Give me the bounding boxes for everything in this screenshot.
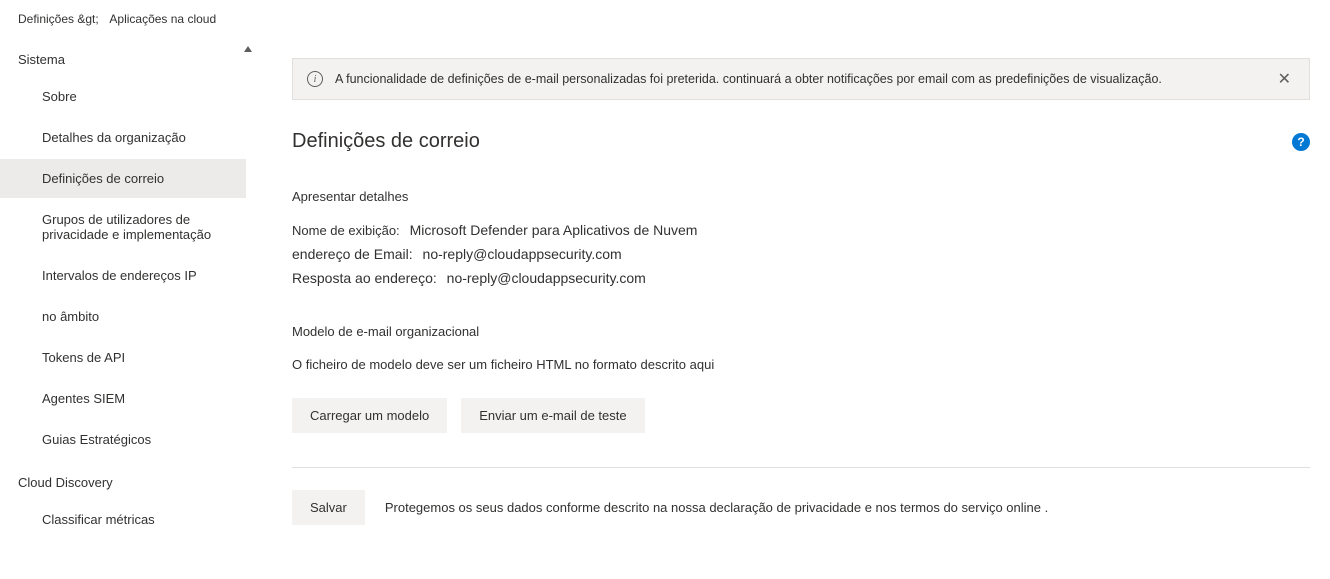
sidebar-item-detalhes-organizacao[interactable]: Detalhes da organização — [0, 118, 246, 157]
sidebar-item-label: Detalhes da organização — [42, 130, 186, 145]
reply-label: Resposta ao endereço: — [292, 270, 437, 286]
sidebar: Sistema Sobre Detalhes da organização De… — [0, 38, 252, 577]
breadcrumb-part-1[interactable]: Definições &gt; — [18, 12, 99, 26]
sidebar-item-grupos-privacidade[interactable]: Grupos de utilizadores de privacidade e … — [0, 200, 246, 254]
sidebar-item-no-ambito[interactable]: no âmbito — [0, 297, 246, 336]
sidebar-item-intervalos-ip[interactable]: Intervalos de endereços IP — [0, 256, 246, 295]
sidebar-item-label: Classificar métricas — [42, 512, 155, 527]
breadcrumb-part-2[interactable]: Aplicações na cloud — [109, 12, 216, 26]
scroll-up-icon[interactable] — [244, 46, 252, 52]
sidebar-item-tokens-api[interactable]: Tokens de API — [0, 338, 246, 377]
sidebar-item-definicoes-correio[interactable]: Definições de correio — [0, 159, 246, 198]
sidebar-item-classificar-metricas[interactable]: Classificar métricas — [0, 500, 246, 539]
template-hint: O ficheiro de modelo deve ser um ficheir… — [292, 357, 1310, 372]
sidebar-item-label: Agentes SIEM — [42, 391, 125, 406]
divider — [292, 467, 1310, 468]
sidebar-section-sistema: Sistema — [0, 38, 252, 75]
display-name-value: Microsoft Defender para Aplicativos de N… — [410, 222, 698, 238]
help-icon[interactable]: ? — [1292, 133, 1310, 151]
sidebar-item-label: Grupos de utilizadores de privacidade e … — [42, 212, 211, 242]
privacy-text: Protegemos os seus dados conforme descri… — [385, 500, 1048, 515]
sidebar-item-sobre[interactable]: Sobre — [0, 77, 246, 116]
sidebar-item-label: Guias Estratégicos — [42, 432, 151, 447]
breadcrumb: Definições &gt; Aplicações na cloud — [0, 0, 1330, 38]
sidebar-item-label: no âmbito — [42, 309, 99, 324]
details-section-label: Apresentar detalhes — [292, 189, 1310, 204]
sidebar-item-label: Sobre — [42, 89, 77, 104]
page-title: Definições de correio — [292, 130, 480, 153]
reply-value: no-reply@cloudappsecurity.com — [447, 270, 646, 286]
email-value: no-reply@cloudappsecurity.com — [423, 246, 622, 262]
close-icon[interactable]: ✕ — [1274, 69, 1295, 89]
display-name-label: Nome de exibição: — [292, 223, 400, 238]
sidebar-item-label: Definições de correio — [42, 171, 164, 186]
info-icon: i — [307, 71, 323, 87]
email-label: endereço de Email: — [292, 246, 413, 262]
send-test-email-button[interactable]: Enviar um e-mail de teste — [461, 398, 644, 433]
sidebar-item-guias-estrategicos[interactable]: Guias Estratégicos — [0, 420, 246, 459]
sidebar-item-agentes-siem[interactable]: Agentes SIEM — [0, 379, 246, 418]
banner-text: A funcionalidade de definições de e-mail… — [335, 72, 1274, 86]
main-content: i A funcionalidade de definições de e-ma… — [252, 38, 1330, 577]
sidebar-item-label: Tokens de API — [42, 350, 125, 365]
sidebar-section-cloud-discovery: Cloud Discovery — [0, 461, 252, 498]
upload-template-button[interactable]: Carregar um modelo — [292, 398, 447, 433]
sidebar-item-label: Intervalos de endereços IP — [42, 268, 197, 283]
info-banner: i A funcionalidade de definições de e-ma… — [292, 58, 1310, 100]
template-section-label: Modelo de e-mail organizacional — [292, 324, 1310, 339]
save-button[interactable]: Salvar — [292, 490, 365, 525]
